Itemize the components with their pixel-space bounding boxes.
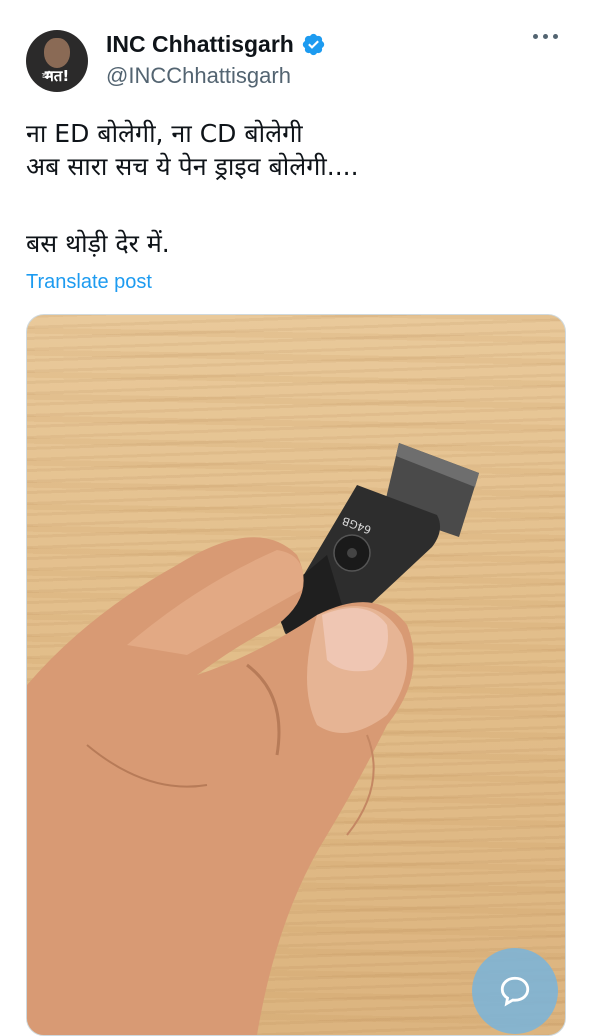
more-dot-icon (533, 34, 538, 39)
author-display-name[interactable]: INC Chhattisgarh (106, 31, 294, 58)
avatar-face (44, 38, 70, 68)
post-text: ना ED बोलेगी, ना CD बोलेगी अब सारा सच ये… (26, 117, 566, 260)
post-media-image[interactable]: 64GB (26, 314, 566, 1036)
more-dot-icon (543, 34, 548, 39)
author-avatar[interactable]: डरो मत! (26, 30, 88, 92)
hand-holding-pen-drive-illustration: 64GB (27, 443, 479, 1035)
reply-button[interactable] (472, 948, 558, 1034)
post-line-3: बस थोड़ी देर में. (26, 229, 170, 258)
more-options-button[interactable] (533, 34, 558, 39)
chat-bubble-icon (500, 976, 530, 1007)
verified-badge-icon (302, 33, 325, 56)
hand (27, 537, 414, 1035)
post-line-2: अब सारा सच ये पेन ड्राइव बोलेगी.... (26, 152, 359, 181)
translate-post-link[interactable]: Translate post (26, 271, 152, 294)
author-name-row[interactable]: INC Chhattisgarh (106, 31, 326, 58)
author-handle[interactable]: @INCChhattisgarh (106, 63, 291, 89)
post-line-1: ना ED बोलेगी, ना CD बोलेगी (26, 119, 303, 148)
avatar-caption: मत! (44, 67, 70, 85)
more-dot-icon (553, 34, 558, 39)
post-line-gap (26, 183, 566, 227)
